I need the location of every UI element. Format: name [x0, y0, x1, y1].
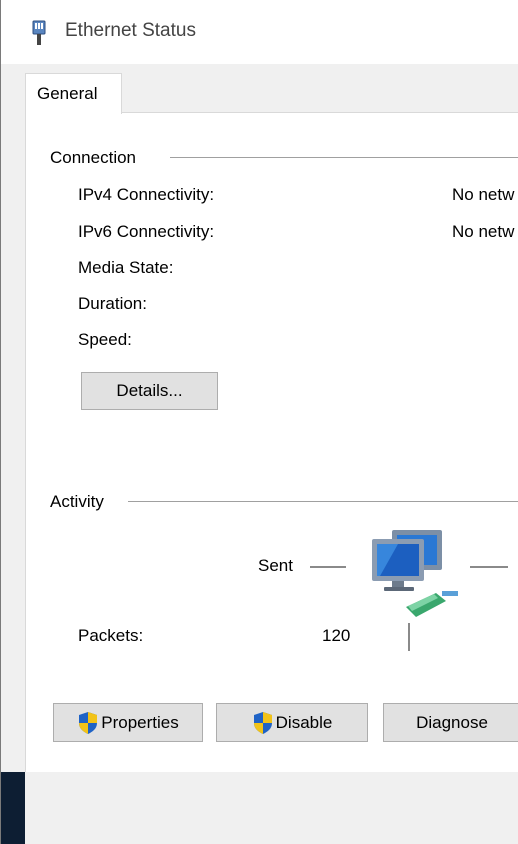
details-button-label: Details...: [116, 381, 183, 400]
properties-button[interactable]: Properties: [53, 703, 203, 742]
ipv6-connectivity-value: No netw: [452, 222, 515, 241]
desktop-background: [1, 772, 25, 844]
details-button[interactable]: Details...: [81, 372, 218, 410]
packets-sent-value: 120: [322, 626, 351, 645]
window-title: Ethernet Status: [65, 20, 196, 41]
ethernet-connector-icon: [32, 20, 46, 45]
properties-button-label: Properties: [101, 712, 179, 732]
media-state-label: Media State:: [78, 258, 174, 277]
dialog-footer: [25, 772, 518, 844]
activity-divider: [128, 501, 518, 502]
activity-heading: Activity: [50, 492, 104, 512]
speed-label: Speed:: [78, 330, 132, 349]
diagnose-button[interactable]: Diagnose: [383, 703, 518, 742]
title-bar[interactable]: Ethernet Status: [1, 0, 518, 64]
ipv4-connectivity-label: IPv4 Connectivity:: [78, 185, 215, 204]
ethernet-status-window: Ethernet Status General Connection IPv4 …: [0, 0, 518, 844]
network-computers-icon: [372, 530, 458, 617]
packets-separator: [408, 623, 410, 651]
packets-label: Packets:: [78, 626, 144, 645]
sent-label: Sent: [258, 556, 293, 575]
tab-general-label: General: [37, 84, 98, 103]
received-dash: [470, 566, 508, 568]
connection-divider: [170, 157, 518, 158]
diagnose-button-label: Diagnose: [416, 712, 488, 732]
disable-button[interactable]: Disable: [216, 703, 368, 742]
ipv6-connectivity-label: IPv6 Connectivity:: [78, 222, 215, 241]
sent-dash: [310, 566, 346, 568]
uac-shield-icon: [79, 711, 98, 734]
ipv4-connectivity-value: No netw: [452, 185, 515, 204]
disable-button-label: Disable: [275, 712, 333, 732]
tab-general[interactable]: General: [25, 73, 122, 114]
uac-shield-icon: [253, 711, 272, 734]
duration-label: Duration:: [78, 294, 147, 313]
connection-heading: Connection: [50, 148, 137, 168]
general-panel: Connection IPv4 Connectivity: No netw IP…: [25, 112, 518, 774]
